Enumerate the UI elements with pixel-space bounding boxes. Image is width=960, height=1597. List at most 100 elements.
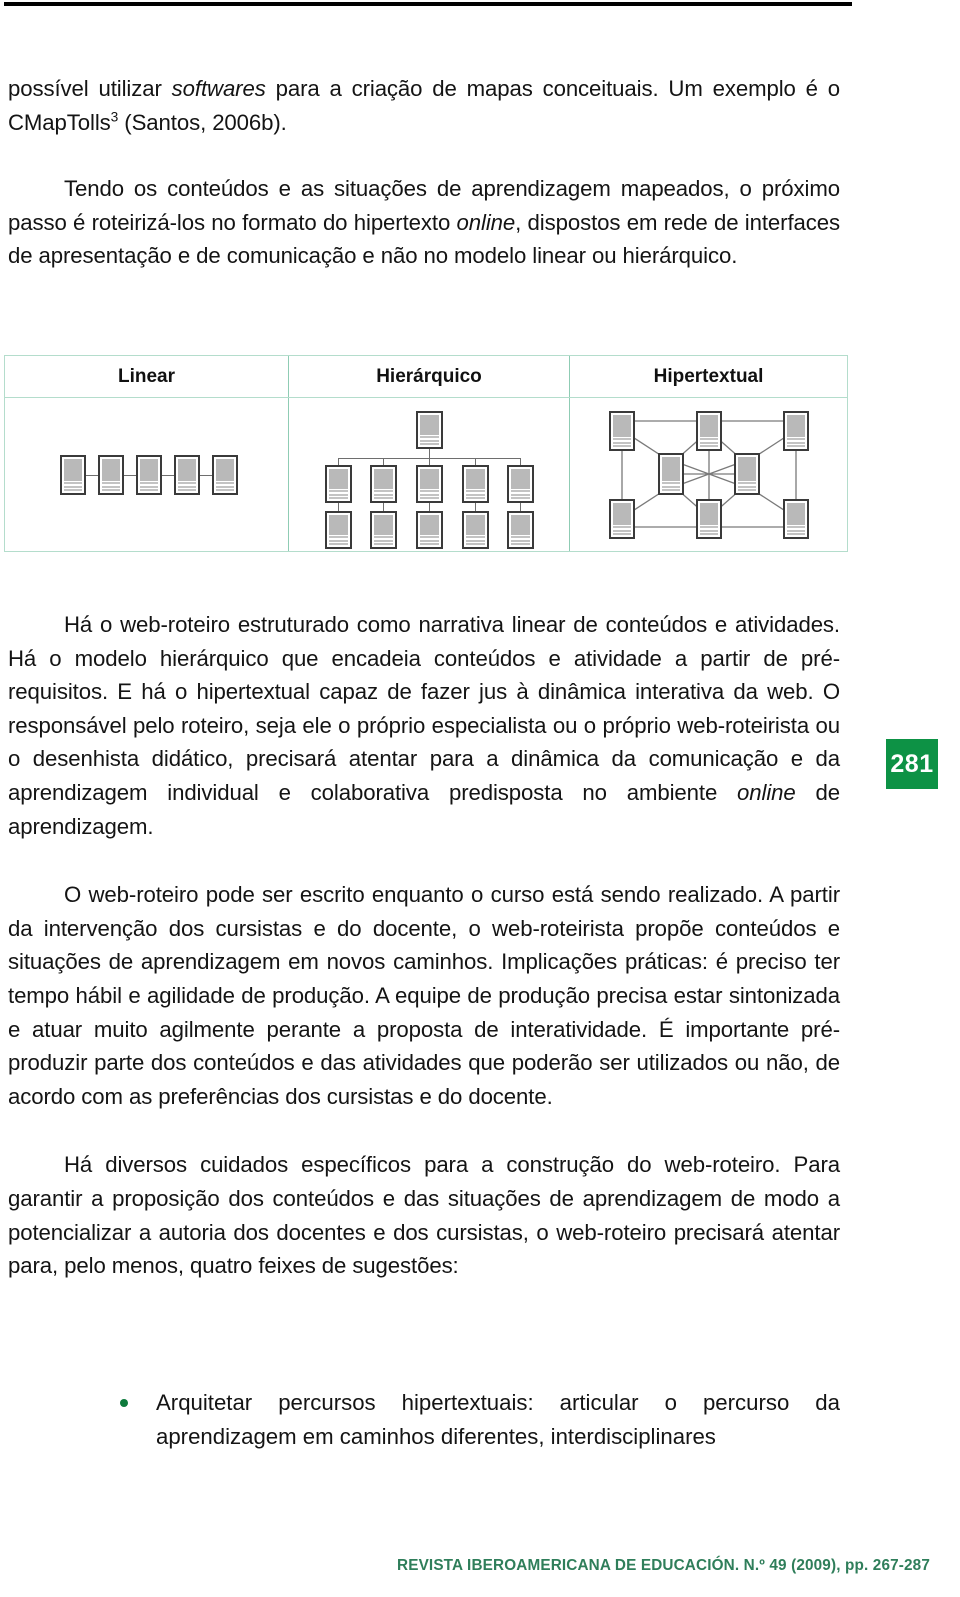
node-text-line xyxy=(329,493,348,496)
node-hypertext-bottom-right xyxy=(783,499,809,539)
node-hierarchy-l2-1 xyxy=(325,465,352,503)
node-hierarchy-l2-3 xyxy=(416,465,443,503)
column-header-linear: Linear xyxy=(117,365,176,387)
paragraph-3-part-a: Há o web-roteiro estruturado como narrat… xyxy=(8,612,840,805)
node-text-line xyxy=(140,485,158,488)
node-text-line xyxy=(216,489,234,491)
article-body-continued: Há o web-roteiro estruturado como narrat… xyxy=(8,608,840,1283)
node-text-line xyxy=(613,445,631,447)
node-text-line xyxy=(700,529,718,532)
paragraph-2: Tendo os conteúdos e as situações de apr… xyxy=(8,172,840,273)
paragraph-3-italic-online: online xyxy=(737,779,796,805)
node-header-block xyxy=(216,459,234,481)
node-text-line xyxy=(216,485,234,488)
node-text-line xyxy=(466,536,485,538)
node-text-line xyxy=(700,445,718,447)
node-header-block xyxy=(64,459,82,481)
node-text-line xyxy=(738,482,756,484)
node-text-line xyxy=(374,543,393,545)
node-header-block xyxy=(329,469,348,489)
node-hierarchy-l3-5 xyxy=(507,511,534,549)
node-text-line xyxy=(178,489,196,491)
node-text-line xyxy=(787,529,805,532)
paragraph-5: Há diversos cuidados específicos para a … xyxy=(8,1152,840,1279)
node-text-line xyxy=(329,490,348,492)
node-text-line xyxy=(329,543,348,545)
node-text-line xyxy=(787,526,805,528)
page-number-badge: 281 xyxy=(886,739,938,789)
node-text-line xyxy=(64,482,82,484)
node-text-line xyxy=(787,445,805,447)
node-header-block xyxy=(420,469,439,489)
node-hierarchy-l2-4 xyxy=(462,465,489,503)
node-linear-5 xyxy=(212,455,238,495)
node-header-block xyxy=(140,459,158,481)
node-hypertext-top-left xyxy=(609,411,635,451)
node-text-line xyxy=(329,539,348,542)
node-text-line xyxy=(374,539,393,542)
article-body: possível utilizar softwares para a criaç… xyxy=(8,72,840,273)
paragraph-2-italic-online: online xyxy=(456,209,516,235)
paragraph-1-part-a: possível utilizar xyxy=(8,76,172,101)
node-header-block xyxy=(787,503,805,525)
node-text-line xyxy=(374,497,393,499)
node-text-line xyxy=(700,441,718,444)
node-hypertext-top-center xyxy=(696,411,722,451)
journal-footer: REVISTA IBEROAMERICANA DE EDUCACIÓN. N.º… xyxy=(397,1557,930,1574)
node-text-line xyxy=(178,485,196,488)
node-text-line xyxy=(511,493,530,496)
models-figure-table: Linear Hierárquico Hipertextual xyxy=(4,355,848,552)
list-item: Arquitetar percursos hipertextuais: arti… xyxy=(112,1386,840,1453)
node-header-block xyxy=(374,469,393,489)
document-page: possível utilizar softwares para a criaç… xyxy=(0,0,960,1597)
node-text-line xyxy=(466,490,485,492)
node-text-line xyxy=(466,543,485,545)
node-header-block xyxy=(420,415,439,435)
node-header-block xyxy=(662,457,680,481)
paragraph-3: Há o web-roteiro estruturado como narrat… xyxy=(8,608,840,843)
node-text-line xyxy=(420,497,439,499)
node-text-line xyxy=(216,482,234,484)
node-hypertext-top-right xyxy=(783,411,809,451)
node-hypertext-inner-right xyxy=(734,453,760,495)
node-hierarchy-l3-1 xyxy=(325,511,352,549)
node-text-line xyxy=(466,497,485,499)
node-header-block xyxy=(738,457,756,481)
node-text-line xyxy=(613,441,631,444)
node-linear-3 xyxy=(136,455,162,495)
node-text-line xyxy=(613,526,631,528)
node-text-line xyxy=(140,489,158,491)
node-text-line xyxy=(374,536,393,538)
node-header-block xyxy=(700,415,718,437)
node-hierarchy-l2-5 xyxy=(507,465,534,503)
node-text-line xyxy=(511,497,530,499)
diagram-hipertextual xyxy=(569,398,847,551)
node-text-line xyxy=(613,533,631,535)
node-text-line xyxy=(466,539,485,542)
column-header-hipertextual: Hipertextual xyxy=(569,356,847,397)
node-hierarchy-root xyxy=(416,411,443,449)
models-figure-header-row: Linear Hierárquico Hipertextual xyxy=(5,356,847,398)
node-hypertext-bottom-center xyxy=(696,499,722,539)
node-text-line xyxy=(64,485,82,488)
node-text-line xyxy=(511,536,530,538)
node-text-line xyxy=(420,436,439,438)
node-hypertext-bottom-left xyxy=(609,499,635,539)
node-linear-4 xyxy=(174,455,200,495)
node-header-block xyxy=(613,415,631,437)
node-text-line xyxy=(700,438,718,440)
node-linear-2 xyxy=(98,455,124,495)
node-text-line xyxy=(420,539,439,542)
node-hierarchy-l3-2 xyxy=(370,511,397,549)
node-text-line xyxy=(420,536,439,538)
node-text-line xyxy=(329,497,348,499)
node-text-line xyxy=(102,485,120,488)
node-text-line xyxy=(511,490,530,492)
node-hierarchy-l2-2 xyxy=(370,465,397,503)
node-hierarchy-l3-3 xyxy=(416,511,443,549)
node-header-block xyxy=(511,469,530,489)
node-text-line xyxy=(738,489,756,491)
node-text-line xyxy=(102,482,120,484)
node-text-line xyxy=(511,543,530,545)
column-header-hierarquico: Hierárquico xyxy=(288,356,569,397)
